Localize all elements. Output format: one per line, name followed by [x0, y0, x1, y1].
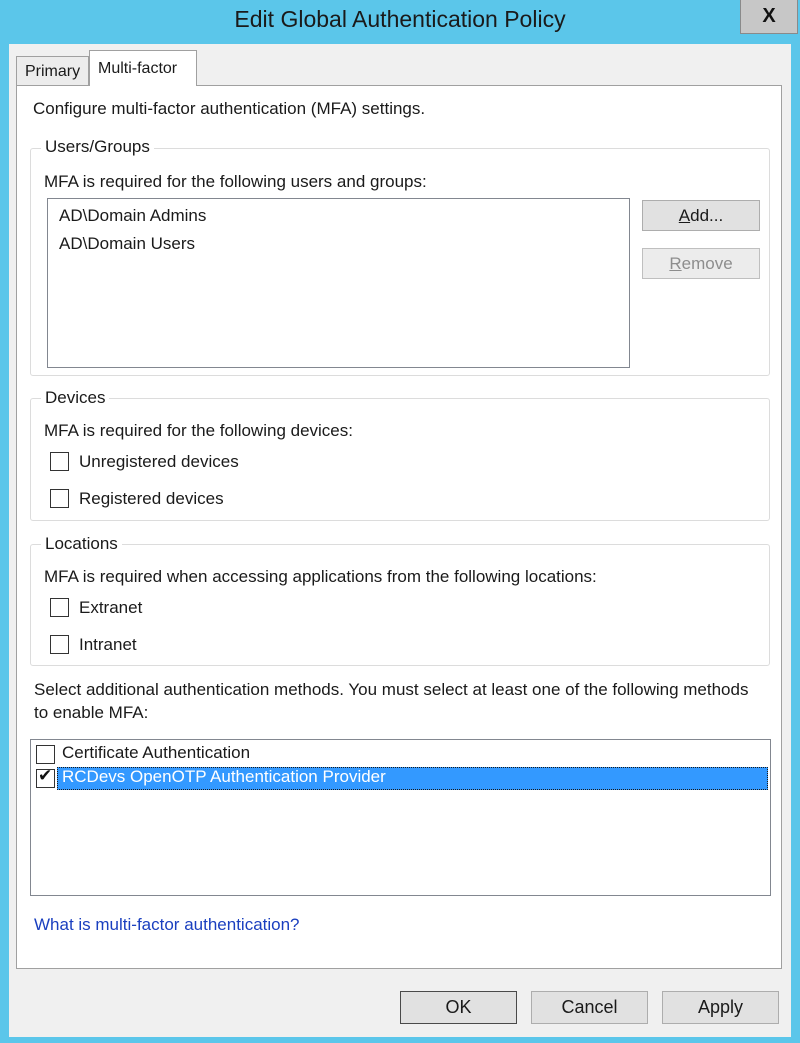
- tab-multi-factor-label: Multi-factor: [98, 59, 178, 77]
- close-icon: X: [762, 5, 776, 27]
- registered-devices-label[interactable]: Registered devices: [79, 489, 224, 509]
- title-bar: Edit Global Authentication Policy X: [0, 0, 800, 44]
- intranet-label[interactable]: Intranet: [79, 635, 137, 655]
- list-item[interactable]: AD\Domain Users: [59, 234, 195, 254]
- openotp-provider-label[interactable]: RCDevs OpenOTP Authentication Provider: [62, 767, 386, 787]
- devices-legend: Devices: [41, 388, 110, 408]
- tab-multi-factor[interactable]: Multi-factor: [89, 50, 197, 86]
- extranet-label[interactable]: Extranet: [79, 598, 142, 618]
- remove-button-mnemonic: R: [669, 253, 682, 273]
- apply-button-label: Apply: [697, 997, 744, 1017]
- cancel-button-label: Cancel: [561, 997, 618, 1017]
- users-groups-list[interactable]: AD\Domain Admins AD\Domain Users: [47, 198, 630, 368]
- locations-description: MFA is required when accessing applicati…: [44, 567, 597, 586]
- devices-description: MFA is required for the following device…: [44, 421, 353, 440]
- extranet-checkbox[interactable]: [50, 598, 69, 617]
- add-button-label: dd...: [690, 205, 724, 225]
- ok-button-label: OK: [445, 997, 472, 1017]
- dialog-client: Primary Multi-factor Configure multi-fac…: [9, 44, 791, 1037]
- list-item[interactable]: AD\Domain Admins: [59, 206, 206, 226]
- methods-description-line2: to enable MFA:: [34, 703, 149, 722]
- remove-button-label: emove: [681, 253, 733, 273]
- certificate-authentication-checkbox[interactable]: [36, 745, 55, 764]
- ok-button[interactable]: OK: [400, 991, 517, 1024]
- remove-button[interactable]: Remove: [642, 248, 760, 279]
- unregistered-devices-checkbox[interactable]: [50, 452, 69, 471]
- intranet-checkbox[interactable]: [50, 635, 69, 654]
- methods-list[interactable]: Certificate Authentication RCDevs OpenOT…: [30, 739, 771, 896]
- tab-primary-label: Primary: [25, 62, 81, 80]
- add-button-mnemonic: A: [678, 205, 691, 225]
- multi-factor-panel: Configure multi-factor authentication (M…: [16, 85, 782, 969]
- certificate-authentication-label[interactable]: Certificate Authentication: [62, 743, 250, 763]
- registered-devices-checkbox[interactable]: [50, 489, 69, 508]
- locations-legend: Locations: [41, 534, 122, 554]
- tab-primary[interactable]: Primary: [16, 56, 89, 86]
- intro-text: Configure multi-factor authentication (M…: [33, 99, 426, 118]
- window-title: Edit Global Authentication Policy: [234, 6, 566, 32]
- mfa-help-link[interactable]: What is multi-factor authentication?: [34, 915, 300, 935]
- cancel-button[interactable]: Cancel: [531, 991, 648, 1024]
- apply-button[interactable]: Apply: [662, 991, 779, 1024]
- unregistered-devices-label[interactable]: Unregistered devices: [79, 452, 239, 472]
- users-groups-description: MFA is required for the following users …: [44, 172, 427, 191]
- users-groups-legend: Users/Groups: [41, 137, 154, 157]
- methods-description-line1: Select additional authentication methods…: [34, 680, 749, 699]
- close-button[interactable]: X: [740, 0, 798, 34]
- openotp-provider-checkbox[interactable]: [36, 766, 55, 788]
- add-button[interactable]: Add...: [642, 200, 760, 231]
